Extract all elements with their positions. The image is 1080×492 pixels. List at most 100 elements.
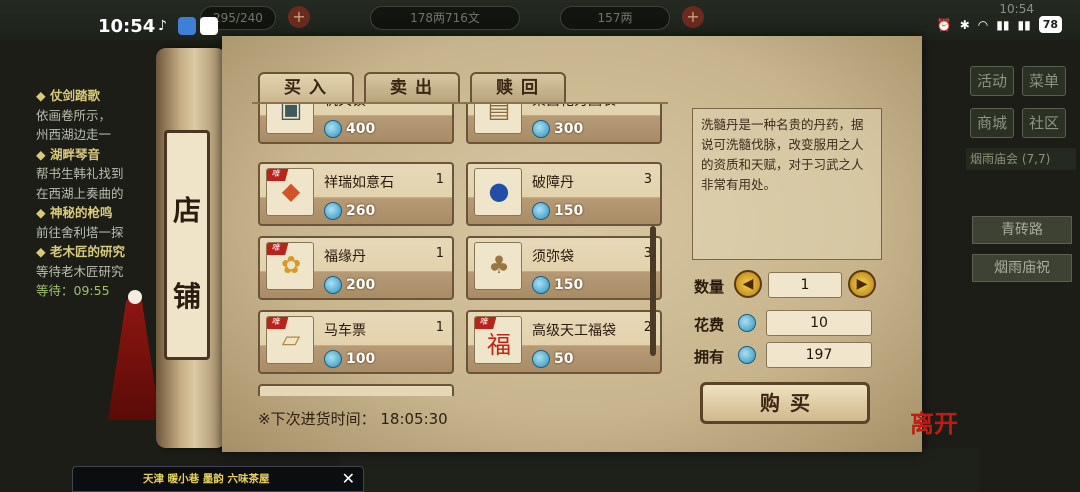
red-fortune-bag-icon: 福唯 <box>474 316 522 364</box>
coin-icon <box>324 276 342 294</box>
shop-item[interactable] <box>258 384 454 396</box>
quest-desc: 在西湖上奏曲的 <box>36 185 124 201</box>
limited-ribbon-icon: 唯 <box>475 317 497 329</box>
quest-desc: 州西湖边走一 <box>36 127 112 142</box>
menu-button[interactable]: 菜单 <box>1022 66 1066 96</box>
item-price: 300 <box>554 121 584 137</box>
blue-pill-icon: ● <box>474 168 522 216</box>
signal-icon-2: ▮▮ <box>1017 17 1031 32</box>
item-price: 200 <box>346 277 376 293</box>
restock-timer: ※下次进货时间： 18:05:30 <box>258 408 448 429</box>
shop-item[interactable]: ▤ 莱茵花刃图袋 300 <box>466 104 662 144</box>
ticket-icon: ▱ 唯 <box>266 316 314 364</box>
shop-item[interactable]: ♣ 须弥袋 3 150 <box>466 236 662 300</box>
owned-value: 197 <box>766 342 872 368</box>
signal-icon: ▮▮ <box>996 17 1010 32</box>
item-name: 破障丹 <box>532 175 574 191</box>
shop-item[interactable]: ▱ 唯 马车票 1 100 <box>258 310 454 374</box>
item-list[interactable]: ▣唯 机关锁 400 ▤ 莱茵花刃图袋 300 ◆唯 祥瑞如意石 1 260 ●… <box>252 102 668 396</box>
item-quantity: 1 <box>435 246 444 261</box>
item-name: 莱茵花刃图袋 <box>532 104 616 110</box>
coin-icon <box>324 202 342 220</box>
item-name: 福缘丹 <box>324 249 366 265</box>
lock-box-icon: ▣唯 <box>266 104 314 134</box>
buy-button[interactable]: 购买 <box>700 382 870 424</box>
battery-icon: 78 <box>1038 16 1062 33</box>
item-price: 100 <box>346 351 376 367</box>
cost-value: 10 <box>766 310 872 336</box>
quest-title[interactable]: ◆ 老木匠的研究 <box>0 242 150 262</box>
shop-title-plate: 店 铺 <box>164 130 210 360</box>
shop-item[interactable]: ✿ 唯 福缘丹 1 200 <box>258 236 454 300</box>
quest-desc: 依画卷所示， <box>36 107 112 123</box>
increase-quantity-button[interactable]: ▶ <box>848 270 876 298</box>
coin-icon <box>324 120 342 138</box>
limited-ribbon-icon: 唯 <box>267 169 289 181</box>
item-name: 机关锁 <box>324 104 366 110</box>
quest-desc: 前往舍利塔一探 <box>36 224 124 240</box>
road-button[interactable]: 烟雨庙祝 <box>972 254 1072 282</box>
coin-icon <box>738 314 756 332</box>
item-price: 400 <box>346 121 376 137</box>
restock-time: 18:05:30 <box>380 410 448 428</box>
shop-item[interactable]: ◆ 唯 祥瑞如意石 1 260 <box>258 162 454 226</box>
list-scrollbar[interactable] <box>650 226 656 356</box>
status-right-icons: ⏰ ✱ ◠ ▮▮ ▮▮ 78 <box>937 16 1062 33</box>
item-price: 260 <box>346 203 376 219</box>
location-bar: 烟雨庙会 (7,7) <box>966 148 1076 170</box>
cost-label: 花费 <box>694 316 725 334</box>
limited-ribbon-icon: 唯 <box>267 243 289 255</box>
item-quantity: 1 <box>435 320 444 335</box>
item-name: 高级天工福袋 <box>532 323 616 339</box>
road-button[interactable]: 青砖路 <box>972 216 1072 244</box>
exit-seal-button[interactable]: 离开 <box>910 404 958 439</box>
shop-item[interactable]: ▣唯 机关锁 400 <box>258 104 454 144</box>
status-time: 10:54 <box>98 16 156 37</box>
shop-item[interactable]: ● 破障丹 3 150 <box>466 162 662 226</box>
owned-label: 拥有 <box>694 348 725 366</box>
app-notification-icon-2 <box>200 17 218 35</box>
app-notification-icon <box>178 17 196 35</box>
quest-title[interactable]: ◆ 仗剑踏歌 <box>0 86 150 106</box>
quantity-field[interactable]: 1 <box>768 272 842 298</box>
bluetooth-icon: ✱ <box>959 17 970 32</box>
gem-stone-icon: ◆ 唯 <box>266 168 314 216</box>
restock-label: ※下次进货时间： <box>258 410 376 428</box>
coin-icon <box>324 350 342 368</box>
coin-icon <box>738 346 756 364</box>
tab-buy[interactable]: 买入 <box>258 72 354 104</box>
alarm-icon: ⏰ <box>936 17 952 32</box>
shop-tabs: 买入 卖出 赎回 <box>258 72 566 104</box>
quest-desc: 帮书生韩礼找到 <box>36 166 124 181</box>
red-tassel <box>108 300 160 420</box>
sack-icon: ♣ <box>474 242 522 290</box>
decrease-quantity-button[interactable]: ◀ <box>734 270 762 298</box>
item-price: 150 <box>554 277 584 293</box>
shop-title-char: 铺 <box>172 280 201 313</box>
item-quantity: 1 <box>435 172 444 187</box>
quest-tracker[interactable]: ◆ 仗剑踏歌 依画卷所示， 州西湖边走一 ◆ 湖畔琴音 帮书生韩礼找到 在西湖上… <box>0 86 150 306</box>
tab-redeem[interactable]: 赎回 <box>470 72 566 104</box>
item-name: 马车票 <box>324 323 366 339</box>
shop-item[interactable]: 福唯 高级天工福袋 2 50 <box>466 310 662 374</box>
tab-sell[interactable]: 卖出 <box>364 72 460 104</box>
item-description: 洗髓丹是一种名贵的丹药，据说可洗髓伐脉，改变服用之人的资质和天赋，对于习武之人非… <box>692 108 882 260</box>
float-window-text: 天津 暖小巷 墨韵 六味茶屋 <box>143 473 270 485</box>
tassel-bead <box>128 290 142 304</box>
mall-button[interactable]: 商城 <box>970 108 1014 138</box>
quest-title[interactable]: ◆ 湖畔琴音 <box>0 145 150 165</box>
community-button[interactable]: 社区 <box>1022 108 1066 138</box>
quest-title[interactable]: ◆ 神秘的枪鸣 <box>0 203 150 223</box>
quest-desc: 等待老木匠研究 <box>36 263 124 279</box>
bottom-action-bar <box>340 448 980 492</box>
item-price: 150 <box>554 203 584 219</box>
coin-icon <box>532 120 550 138</box>
lucky-pouch-icon: ✿ 唯 <box>266 242 314 290</box>
close-icon[interactable]: ✕ <box>342 471 355 487</box>
floating-video-window[interactable]: 天津 暖小巷 墨韵 六味茶屋 ✕ <box>72 466 364 492</box>
activity-button[interactable]: 活动 <box>970 66 1014 96</box>
coin-icon <box>532 276 550 294</box>
coin-icon <box>532 350 550 368</box>
limited-ribbon-icon: 唯 <box>267 317 289 329</box>
quantity-label: 数量 <box>694 278 725 296</box>
